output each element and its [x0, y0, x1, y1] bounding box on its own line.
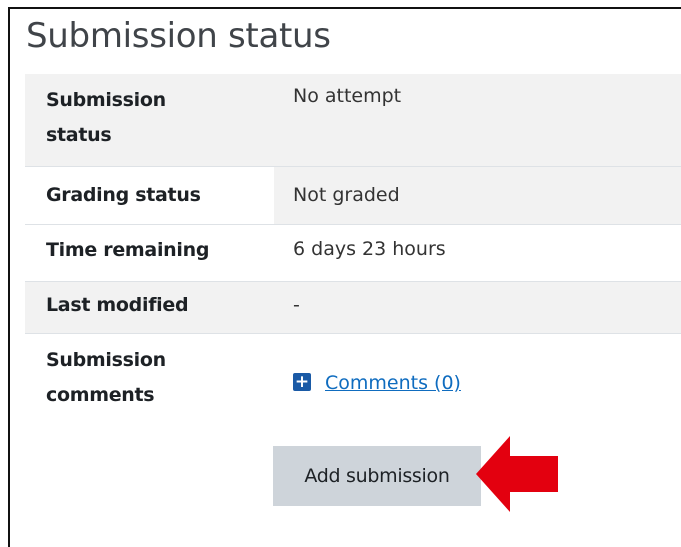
table-row-submission-status: Submission status No attempt	[25, 74, 681, 166]
arrow-shape	[476, 436, 558, 512]
comments-link-wrapper[interactable]: + Comments (0)	[293, 372, 461, 394]
table-row-submission-comments: Submission comments + Comments (0)	[25, 333, 681, 432]
time-remaining-value: 6 days 23 hours	[293, 238, 446, 260]
table-row-last-modified: Last modified -	[25, 281, 681, 334]
red-arrow-pointer-icon	[476, 436, 558, 512]
table-row-grading-status: Grading status Not graded	[25, 166, 681, 225]
row-header-submission-comments: Submission comments	[46, 343, 166, 413]
submission-status-value: No attempt	[293, 85, 402, 107]
grading-status-value: Not graded	[293, 184, 400, 206]
last-modified-value: -	[293, 294, 300, 316]
row-header-line2: status	[46, 124, 112, 146]
plus-square-icon[interactable]: +	[293, 372, 311, 391]
row-header-line1: Submission	[46, 89, 166, 111]
row-header-time-remaining: Time remaining	[46, 239, 210, 261]
row-header-submission-status: Submission status	[46, 83, 166, 153]
comments-link[interactable]: Comments (0)	[325, 372, 461, 394]
row-header-line1: Submission	[46, 349, 166, 371]
row-header-line2: comments	[46, 384, 155, 406]
row-header-grading-status: Grading status	[46, 184, 201, 206]
table-row-time-remaining: Time remaining 6 days 23 hours	[25, 224, 681, 282]
row-header-last-modified: Last modified	[46, 294, 189, 316]
page-title: Submission status	[26, 16, 331, 56]
add-submission-button[interactable]: Add submission	[273, 446, 481, 506]
